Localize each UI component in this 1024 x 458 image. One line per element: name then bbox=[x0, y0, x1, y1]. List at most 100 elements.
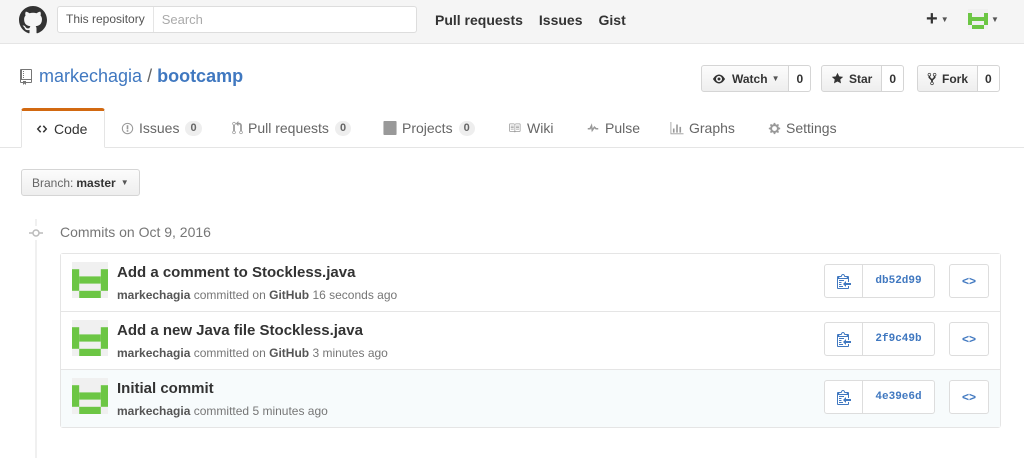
user-menu-dropdown[interactable]: ▼ bbox=[968, 9, 999, 29]
star-count[interactable]: 0 bbox=[882, 65, 905, 92]
repo-separator: / bbox=[147, 66, 153, 86]
tab-pulse[interactable]: Pulse bbox=[586, 108, 640, 148]
fork-icon bbox=[927, 72, 937, 85]
branch-select-button[interactable]: Branch: master ▼ bbox=[21, 169, 140, 196]
tab-counter: 0 bbox=[458, 120, 475, 136]
commit-message-link[interactable]: Initial commit bbox=[117, 380, 214, 397]
avatar-icon bbox=[968, 9, 988, 29]
tab-label: Wiki bbox=[527, 120, 554, 136]
copy-sha-button[interactable] bbox=[824, 264, 863, 298]
star-button[interactable]: Star bbox=[821, 65, 883, 92]
tab-label: Pulse bbox=[605, 120, 641, 136]
commit-timeline bbox=[35, 219, 37, 458]
commit-author-link[interactable]: markechagia bbox=[117, 288, 190, 302]
commit-row: Initial commit markechagia committed 5 m… bbox=[61, 370, 1000, 427]
commit-actions: db52d99 <> bbox=[824, 264, 989, 298]
tab-graphs[interactable]: Graphs bbox=[670, 108, 735, 148]
commit-meta: markechagia committed on GitHub 16 secon… bbox=[117, 288, 397, 302]
tab-code[interactable]: Code bbox=[21, 108, 105, 148]
branch-prefix: Branch: bbox=[32, 175, 74, 190]
top-nav: Pull requests Issues Gist bbox=[435, 0, 642, 40]
branch-name: master bbox=[76, 175, 116, 190]
tab-label: Projects bbox=[402, 120, 453, 136]
star-icon bbox=[831, 72, 844, 84]
author-avatar[interactable] bbox=[72, 320, 108, 356]
fork-button[interactable]: Fork bbox=[917, 65, 979, 92]
commit-via: GitHub bbox=[269, 288, 310, 302]
star-group: Star 0 bbox=[821, 65, 905, 92]
chevron-down-icon: ▼ bbox=[771, 74, 780, 83]
fork-label: Fork bbox=[942, 71, 969, 86]
commit-verb: committed bbox=[193, 404, 250, 418]
commit-sha-link[interactable]: db52d99 bbox=[863, 264, 935, 298]
search-box: This repository bbox=[57, 6, 417, 33]
commit-row: Add a comment to Stockless.java markecha… bbox=[61, 254, 1000, 312]
clipboard-icon bbox=[836, 332, 851, 347]
commit-message-link[interactable]: Add a comment to Stockless.java bbox=[117, 264, 355, 281]
tab-issues[interactable]: Issues 0 bbox=[121, 108, 202, 148]
book-icon bbox=[509, 123, 521, 133]
pull-request-icon bbox=[232, 121, 243, 135]
commit-actions: 2f9c49b <> bbox=[824, 322, 989, 356]
commit-list: Add a comment to Stockless.java markecha… bbox=[60, 253, 1001, 428]
nav-issues[interactable]: Issues bbox=[539, 12, 583, 28]
commits-heading: Commits on Oct 9, 2016 bbox=[60, 224, 211, 240]
commit-author-link[interactable]: markechagia bbox=[117, 404, 190, 418]
browse-code-button[interactable]: <> bbox=[949, 380, 989, 414]
github-logo-icon[interactable] bbox=[19, 6, 47, 34]
tab-wiki[interactable]: Wiki bbox=[507, 108, 553, 148]
commit-meta: markechagia committed 5 minutes ago bbox=[117, 404, 328, 418]
tab-projects[interactable]: Projects 0 bbox=[383, 108, 475, 148]
chevron-down-icon: ▼ bbox=[120, 178, 129, 187]
repo-name-link[interactable]: bootcamp bbox=[157, 66, 243, 87]
star-label: Star bbox=[849, 71, 873, 86]
clipboard-icon bbox=[836, 274, 851, 289]
commit-meta: markechagia committed on GitHub 3 minute… bbox=[117, 346, 388, 360]
site-header: This repository Pull requests Issues Gis… bbox=[0, 0, 1024, 44]
code-icon: <> bbox=[961, 390, 976, 404]
commit-actions: 4e39e6d <> bbox=[824, 380, 989, 414]
chevron-down-icon: ▼ bbox=[940, 14, 949, 24]
eye-icon bbox=[713, 74, 725, 83]
chevron-down-icon: ▼ bbox=[991, 14, 999, 24]
watch-count[interactable]: 0 bbox=[789, 65, 812, 92]
watch-button[interactable]: Watch ▼ bbox=[701, 65, 790, 92]
copy-sha-button[interactable] bbox=[824, 380, 863, 414]
tab-pull-requests[interactable]: Pull requests 0 bbox=[232, 108, 352, 148]
watch-label: Watch bbox=[732, 71, 768, 86]
fork-count[interactable]: 0 bbox=[978, 65, 1000, 92]
commit-time: 16 seconds ago bbox=[312, 288, 398, 302]
tab-label: Code bbox=[54, 121, 88, 137]
commit-row: Add a new Java file Stockless.java marke… bbox=[61, 312, 1000, 370]
create-new-dropdown[interactable]: + ▼ bbox=[926, 8, 949, 30]
browse-code-button[interactable]: <> bbox=[949, 322, 989, 356]
code-icon bbox=[36, 125, 48, 133]
code-icon: <> bbox=[961, 332, 976, 346]
commit-sha-link[interactable]: 2f9c49b bbox=[863, 322, 935, 356]
repo-owner-link[interactable]: markechagia bbox=[39, 66, 142, 87]
commit-group-icon bbox=[29, 226, 43, 240]
project-icon bbox=[383, 121, 397, 135]
copy-sha-button[interactable] bbox=[824, 322, 863, 356]
nav-pull-requests[interactable]: Pull requests bbox=[435, 12, 523, 28]
commit-sha-link[interactable]: 4e39e6d bbox=[863, 380, 935, 414]
repo-title: markechagia / bootcamp bbox=[20, 66, 243, 87]
commit-verb: committed on bbox=[193, 346, 266, 360]
commit-time: 3 minutes ago bbox=[312, 346, 388, 360]
tab-settings[interactable]: Settings bbox=[768, 108, 837, 148]
author-avatar[interactable] bbox=[72, 378, 108, 414]
browse-code-button[interactable]: <> bbox=[949, 264, 989, 298]
search-input[interactable] bbox=[153, 7, 416, 32]
tab-label: Pull requests bbox=[248, 120, 329, 136]
search-scope-label: This repository bbox=[58, 7, 154, 32]
author-avatar[interactable] bbox=[72, 262, 108, 298]
commit-via: GitHub bbox=[269, 346, 310, 360]
commit-verb: committed on bbox=[193, 288, 266, 302]
tab-label: Issues bbox=[139, 120, 180, 136]
nav-gist[interactable]: Gist bbox=[599, 12, 626, 28]
commit-author-link[interactable]: markechagia bbox=[117, 346, 190, 360]
commit-message-link[interactable]: Add a new Java file Stockless.java bbox=[117, 322, 363, 339]
tab-label: Graphs bbox=[689, 120, 735, 136]
repo-icon bbox=[20, 68, 32, 85]
tab-label: Settings bbox=[786, 120, 837, 136]
